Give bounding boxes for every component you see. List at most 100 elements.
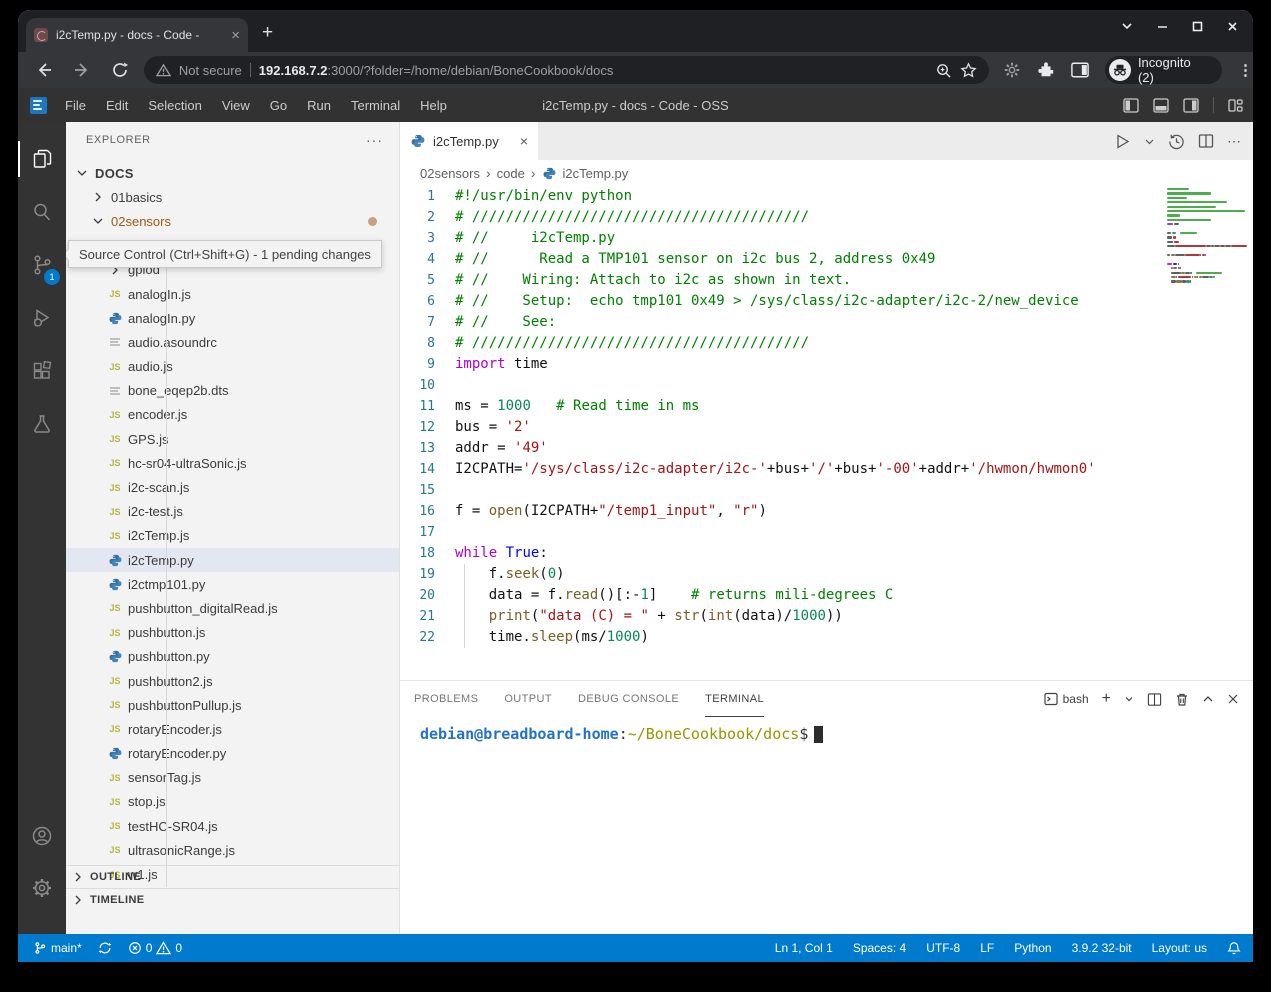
toggle-secondary-sidebar-icon[interactable] — [1183, 97, 1199, 113]
code-line-4[interactable]: 4 # // Read a TMP101 sensor on i2c bus 2,… — [400, 249, 1163, 270]
close-panel-icon[interactable] — [1227, 693, 1239, 705]
sync-changes-button[interactable] — [93, 937, 117, 959]
file-row-pushbutton.js[interactable]: JSpushbutton.js — [66, 621, 399, 645]
menu-edit[interactable]: Edit — [96, 94, 138, 117]
split-editor-icon[interactable] — [1198, 133, 1214, 149]
file-row-rotaryEncoder.js[interactable]: JS rotaryEncoder.js — [66, 717, 399, 741]
panel-tab-debug-console[interactable]: DEBUG CONSOLE — [578, 681, 679, 717]
maximize-panel-chevron-icon[interactable] — [1202, 693, 1214, 705]
customize-layout-icon[interactable] — [1228, 98, 1243, 113]
status-item[interactable]: Layout: us — [1152, 941, 1207, 955]
status-item[interactable]: UTF-8 — [926, 941, 960, 955]
terminal-dropdown-chevron-icon[interactable] — [1124, 694, 1134, 704]
search-icon[interactable] — [18, 189, 66, 235]
panel-tab-terminal[interactable]: TERMINAL — [705, 681, 764, 717]
breadcrumb-item[interactable]: code — [497, 166, 525, 181]
new-tab-button[interactable]: + — [262, 22, 273, 44]
code-line-10[interactable]: 10 — [400, 375, 1163, 396]
file-row-i2c-scan.js[interactable]: JS i2c-scan.js — [66, 475, 399, 499]
window-minimize-button[interactable] — [1156, 20, 1169, 33]
menu-help[interactable]: Help — [410, 94, 457, 117]
editor-tab-i2cTemp[interactable]: i2cTemp.py × — [400, 122, 538, 160]
code-line-19[interactable]: 19 f.seek(0) — [400, 564, 1163, 585]
browser-menu-icon[interactable]: ⋮ — [1238, 61, 1253, 79]
bookmark-star-icon[interactable] — [960, 61, 977, 79]
forward-button[interactable] — [70, 61, 94, 79]
url-bar[interactable]: Not secure 192.168.7.2:3000/?folder=/hom… — [143, 56, 989, 84]
menu-go[interactable]: Go — [260, 94, 297, 117]
file-row-audio.js[interactable]: JS audio.js — [66, 355, 399, 379]
timeline-section[interactable]: TIMELINE — [66, 888, 399, 911]
file-row-i2cTemp.js[interactable]: JS i2cTemp.js — [66, 524, 399, 548]
code-line-15[interactable]: 15 — [400, 480, 1163, 501]
code-line-1[interactable]: 1 #!/usr/bin/env python — [400, 186, 1163, 207]
breadcrumb-item[interactable]: 02sensors — [420, 166, 480, 181]
explorer-icon[interactable] — [18, 136, 66, 182]
file-row-stop.js[interactable]: JS stop.js — [66, 790, 399, 814]
file-row-analogIn.py[interactable]: analogIn.py — [66, 306, 399, 330]
git-branch-indicator[interactable]: main* — [28, 937, 87, 959]
menu-view[interactable]: View — [212, 94, 260, 117]
file-row-rotaryEncoder.py[interactable]: rotaryEncoder.py — [66, 742, 399, 766]
code-line-16[interactable]: 16 f = open(I2CPATH+"/temp1_input", "r") — [400, 501, 1163, 522]
kill-terminal-trash-icon[interactable] — [1175, 692, 1189, 707]
new-terminal-icon[interactable]: + — [1102, 690, 1111, 708]
status-item[interactable]: Python — [1014, 941, 1051, 955]
file-row-pushbutton_digitalRead.js[interactable]: JS pushbutton_digitalRead.js — [66, 596, 399, 620]
source-control-icon[interactable]: 1 — [18, 242, 66, 288]
file-row-i2cTemp.py[interactable]: i2cTemp.py — [66, 548, 399, 573]
manage-gear-icon[interactable] — [18, 865, 66, 911]
file-row-encoder.js[interactable]: JS encoder.js — [66, 403, 399, 427]
menu-file[interactable]: File — [55, 94, 96, 117]
code-line-12[interactable]: 12 bus = '2' — [400, 417, 1163, 438]
code-line-13[interactable]: 13 addr = '49' — [400, 438, 1163, 459]
code-line-14[interactable]: 14 I2CPATH='/sys/class/i2c-adapter/i2c-'+… — [400, 459, 1163, 480]
file-row-analogIn.js[interactable]: JS analogIn.js — [66, 282, 399, 306]
split-terminal-icon[interactable] — [1147, 692, 1162, 707]
editor-more-actions-icon[interactable]: ⋯ — [1227, 133, 1241, 150]
code-line-18[interactable]: 18 while True: — [400, 543, 1163, 564]
file-row-GPS.js[interactable]: JS GPS.js — [66, 427, 399, 451]
code-line-2[interactable]: 2 # /////////////////////////////////////… — [400, 207, 1163, 228]
panel-tab-problems[interactable]: PROBLEMS — [414, 681, 478, 717]
folder-row-DOCS[interactable]: DOCS — [66, 161, 399, 185]
code-line-8[interactable]: 8 # /////////////////////////////////////… — [400, 333, 1163, 354]
testing-icon[interactable] — [18, 401, 66, 447]
file-row-testHC-SR04.js[interactable]: JS testHC-SR04.js — [66, 814, 399, 838]
terminal-shell-selector[interactable]: bash — [1044, 692, 1089, 706]
toggle-panel-icon[interactable] — [1153, 97, 1169, 113]
file-row-pushbuttonPullup.js[interactable]: JS pushbuttonPullup.js — [66, 693, 399, 717]
timeline-history-icon[interactable] — [1168, 133, 1185, 150]
problems-indicator[interactable]: 0 0 — [123, 937, 187, 959]
settings-gear-icon[interactable] — [1003, 61, 1021, 79]
accounts-icon[interactable] — [18, 813, 66, 859]
code-line-6[interactable]: 6 # // Setup: echo tmp101 0x49 > /sys/cla… — [400, 291, 1163, 312]
file-row-pushbutton.py[interactable]: pushbutton.py — [66, 645, 399, 669]
toggle-sidebar-icon[interactable] — [1123, 97, 1139, 113]
file-row-sensorTag.js[interactable]: JS sensorTag.js — [66, 766, 399, 790]
code-line-20[interactable]: 20 data = f.read()[:-1] # returns mili-d… — [400, 585, 1163, 606]
not-secure-label[interactable]: Not secure — [179, 63, 242, 78]
url-text[interactable]: 192.168.7.2:3000/?folder=/home/debian/Bo… — [259, 63, 927, 78]
code-line-11[interactable]: 11 ms = 1000 # Read time in ms — [400, 396, 1163, 417]
menu-run[interactable]: Run — [297, 94, 341, 117]
notifications-bell-icon[interactable] — [1227, 941, 1241, 956]
extensions-puzzle-icon[interactable] — [1037, 61, 1055, 79]
tab-close-icon[interactable]: × — [231, 28, 240, 43]
extensions-icon[interactable] — [18, 348, 66, 394]
folder-row-01basics[interactable]: 01basics — [66, 185, 399, 209]
file-row-i2c-test.js[interactable]: JS i2c-test.js — [66, 500, 399, 524]
file-row-audio.asoundrc[interactable]: audio.asoundrc — [66, 330, 399, 354]
outline-section[interactable]: OUTLINE — [66, 865, 399, 888]
terminal-prompt[interactable]: debian@breadboard-home: ~/BoneCookbook/do… — [420, 725, 824, 743]
breadcrumb-item[interactable]: i2cTemp.py — [563, 166, 629, 181]
reload-button[interactable] — [108, 61, 132, 79]
editor-tab-close-icon[interactable]: × — [520, 133, 528, 149]
menu-terminal[interactable]: Terminal — [341, 94, 410, 117]
window-close-button[interactable] — [1226, 20, 1239, 33]
tab-search-chevron-icon[interactable] — [1120, 19, 1134, 33]
code-line-21[interactable]: 21 print("data (C) = " + str(int(data)/1… — [400, 606, 1163, 627]
file-row-pushbutton2.js[interactable]: JS pushbutton2.js — [66, 669, 399, 693]
code-line-3[interactable]: 3 # // i2cTemp.py — [400, 228, 1163, 249]
panel-tab-output[interactable]: OUTPUT — [504, 681, 552, 717]
